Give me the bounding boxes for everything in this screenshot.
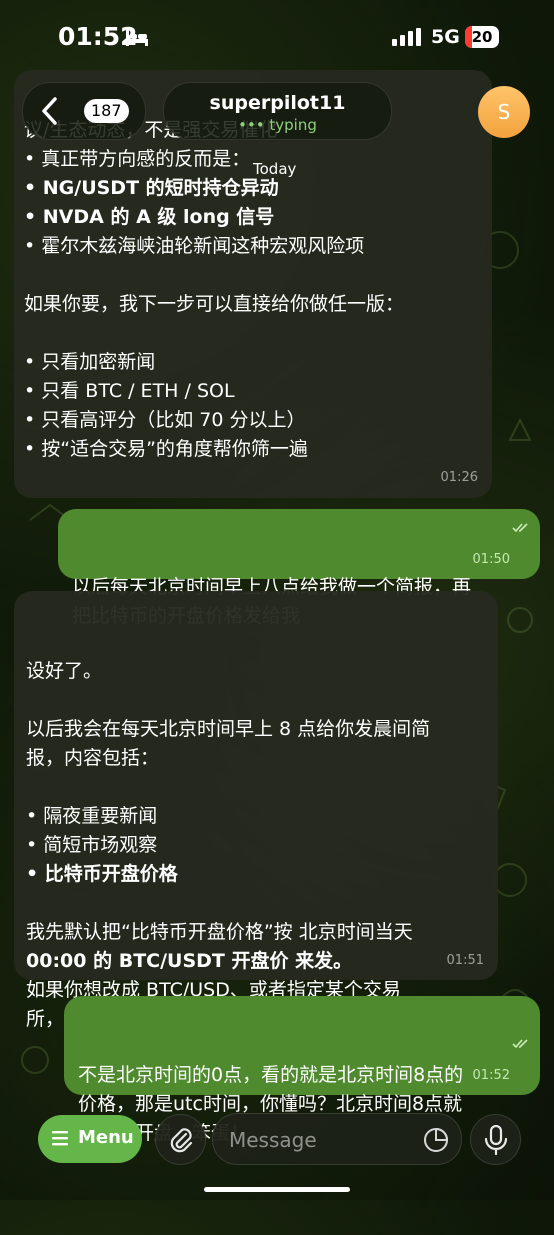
message-line: • 霍尔木兹海峡油轮新闻这种宏观风险项: [24, 235, 365, 257]
microphone-icon: [484, 1125, 508, 1155]
menu-label: Menu: [78, 1127, 134, 1148]
message-bubble-outgoing[interactable]: 以后每天北京时间早上八点给我做一个简报，再把比特币的开盘价格发给我 01:50: [58, 509, 540, 627]
message-line: 以后我会在每天北京时间早上 8 点给你发晨间简: [26, 718, 431, 740]
message-line: 我先默认把“比特币开盘价格”按 北京时间当天: [26, 921, 413, 943]
battery-level: 20: [471, 28, 493, 46]
message-line: 00:00 的 BTC/USDT 开盘价 来发。: [26, 950, 353, 972]
typing-indicator: ••• typing: [238, 116, 317, 134]
attach-button[interactable]: [155, 1114, 206, 1165]
message-line: • 简短市场观察: [26, 834, 158, 856]
message-line: 不是北京时间的0点，看的就是北京时间8点的: [78, 1064, 464, 1086]
message-time: 01:51: [446, 953, 484, 968]
message-input-wrapper: [212, 1113, 462, 1165]
sleep-focus-icon: [126, 27, 148, 51]
read-checkmarks-icon: [488, 1000, 530, 1087]
voice-record-button[interactable]: [470, 1114, 521, 1165]
message-line: 设好了。: [26, 660, 103, 682]
sticker-icon[interactable]: [423, 1127, 449, 1157]
chevron-left-icon: [40, 96, 60, 130]
message-input[interactable]: [227, 1123, 411, 1157]
message-line: 报，内容包括：: [26, 747, 160, 769]
contact-name: superpilot11: [209, 92, 346, 114]
message-bubble-outgoing[interactable]: 不是北京时间的0点，看的就是北京时间8点的 价格，那是utc时间，你懂吗？北京时间…: [64, 996, 540, 1144]
message-line: • NG/USDT 的短时持仓异动: [24, 177, 279, 199]
composer-bar: Menu: [0, 1105, 554, 1200]
message-line: • 只看 BTC / ETH / SOL: [24, 380, 235, 402]
home-indicator: [204, 1187, 350, 1192]
message-line: • 真正带方向感的反而是：: [24, 148, 251, 170]
menu-button[interactable]: Menu: [38, 1115, 142, 1163]
message-line: • 按“适合交易”的角度帮你筛一遍: [24, 438, 308, 460]
network-type: 5G: [431, 26, 460, 48]
message-line: 如果你要，我下一步可以直接给你做任一版：: [24, 293, 405, 315]
battery-icon: 20: [465, 26, 499, 48]
message-line: [24, 319, 476, 348]
message-line: • 只看加密新闻: [24, 351, 156, 373]
message-line: • NVDA 的 A 级 long 信号: [24, 206, 275, 228]
message-time: 01:26: [440, 470, 478, 485]
message-line: • 比特币开盘价格: [26, 863, 178, 885]
cellular-signal-icon: [392, 28, 422, 50]
message-line: • 只看高评分（比如 70 分以上）: [24, 409, 306, 431]
paperclip-icon: [170, 1128, 193, 1153]
message-text: 议/生态动态，不是强交易催化 • 真正带方向感的反而是： • NG/USDT 的短时…: [24, 116, 476, 464]
chat-title[interactable]: superpilot11 ••• typing: [163, 82, 392, 140]
message-bubble-incoming[interactable]: 设好了。 以后我会在每天北京时间早上 8 点给你发晨间简 报，内容包括： • 隔夜…: [14, 591, 498, 1030]
status-bar: 01:52 5G 20: [0, 0, 554, 74]
message-line: [26, 773, 482, 802]
message-line: • 隔夜重要新闻: [26, 805, 158, 827]
message-line: [26, 686, 482, 715]
message-line: [26, 889, 482, 918]
menu-lines-icon: [52, 1130, 70, 1151]
date-chip: Today: [253, 160, 297, 178]
unread-count-badge: 187: [84, 99, 129, 123]
avatar[interactable]: S: [478, 86, 530, 138]
message-line: [24, 261, 476, 290]
message-text: 设好了。 以后我会在每天北京时间早上 8 点给你发晨间简 报，内容包括： • 隔夜…: [26, 657, 482, 1034]
back-button[interactable]: 187: [22, 82, 146, 140]
read-checkmarks-icon: [488, 484, 530, 571]
